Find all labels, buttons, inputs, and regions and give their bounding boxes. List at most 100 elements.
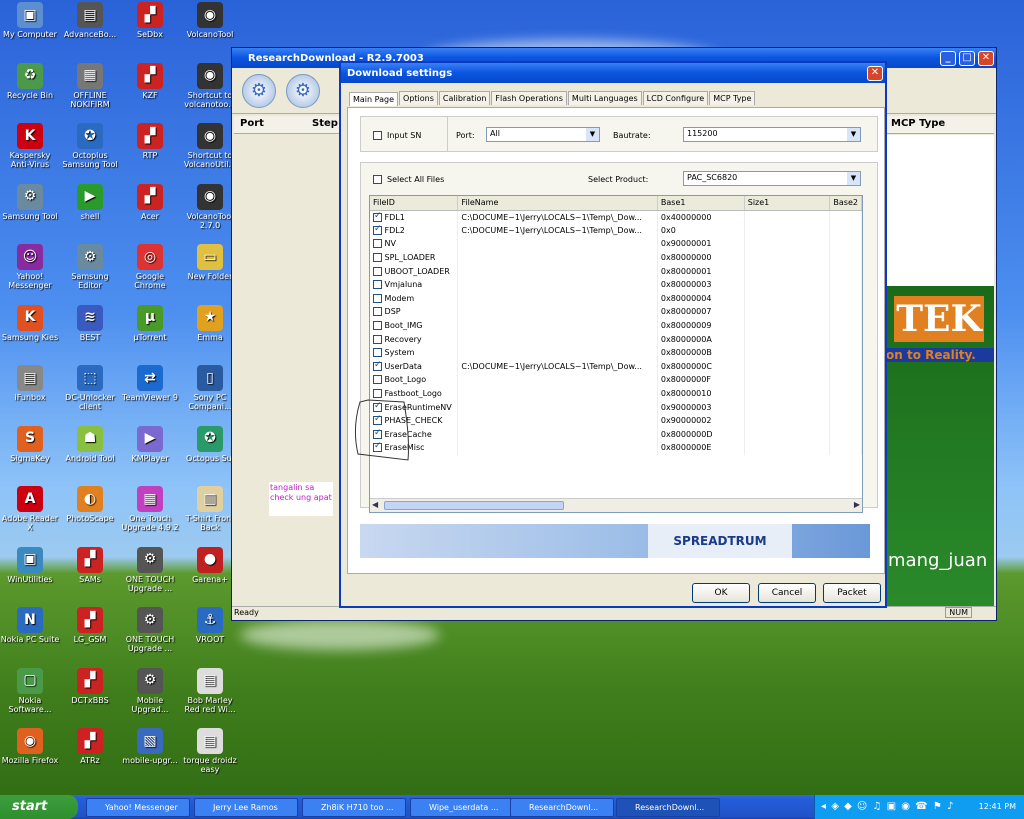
start-button[interactable]: start: [0, 795, 78, 819]
taskbar-item[interactable]: Jerry Lee Ramos: [194, 798, 298, 817]
desktop-icon[interactable]: ◉ Mozilla Firefox: [0, 728, 60, 765]
desktop-icon[interactable]: K Samsung Kies: [0, 304, 60, 342]
row-checkbox[interactable]: [373, 321, 382, 331]
desktop-icon[interactable]: ⚙ ONE TOUCH Upgrade ...: [120, 607, 180, 653]
tray-icons[interactable]: ◂ ◈ ◆ ☺ ♫ ▣ ◉ ☎ ⚑ ♪: [821, 801, 954, 812]
desktop-icon[interactable]: ▢ Nokia Software...: [0, 667, 60, 714]
desktop-icon[interactable]: ♻ Recycle Bin: [0, 62, 60, 100]
taskbar-item[interactable]: Zh8iK H710 too ...: [302, 798, 406, 817]
desktop-icon[interactable]: ▞ SAMs: [60, 546, 120, 584]
select-all-checkbox[interactable]: [373, 175, 382, 184]
row-checkbox[interactable]: [373, 389, 382, 399]
desktop-icon[interactable]: ◐ PhotoScape: [60, 486, 120, 523]
product-select[interactable]: PAC_SC6820 ▼: [683, 171, 861, 186]
row-checkbox[interactable]: [373, 253, 382, 263]
table-row[interactable]: NV 0x90000001: [370, 237, 862, 251]
gear-icon[interactable]: ⚙: [242, 74, 276, 108]
desktop-icon[interactable]: ⬚ DC-Unlocker client: [60, 365, 120, 411]
tab-multi-languages[interactable]: Multi Languages: [567, 91, 642, 105]
taskbar-item[interactable]: ResearchDownl...: [616, 798, 720, 817]
desktop-icon[interactable]: ⚙ Mobile Upgrad...: [120, 667, 180, 714]
table-row[interactable]: DSP 0x80000007: [370, 305, 862, 319]
col-header[interactable]: Base2: [829, 196, 862, 211]
col-header[interactable]: Size1: [744, 196, 831, 211]
tab-lcd-configure[interactable]: LCD Configure: [642, 91, 709, 105]
taskbar-item[interactable]: Yahoo! Messenger: [86, 798, 190, 817]
scroll-thumb[interactable]: [384, 501, 564, 510]
table-row[interactable]: UBOOT_LOADER 0x80000001: [370, 264, 862, 278]
table-row[interactable]: Modem 0x80000004: [370, 291, 862, 306]
desktop-icon[interactable]: ✪ Octoplus Samsung Tool: [60, 123, 120, 169]
col-port[interactable]: Port: [240, 118, 264, 129]
desktop-icon[interactable]: ▞ ATRz: [60, 728, 120, 765]
table-row[interactable]: Boot_Logo 0x8000000F: [370, 373, 862, 387]
scroll-right-icon[interactable]: ▶: [854, 500, 860, 509]
baud-select[interactable]: 115200 ▼: [683, 127, 861, 142]
table-row[interactable]: FDL1 C:\DOCUME~1\Jerry\LOCALS~1\Temp\_Dow…: [370, 210, 862, 224]
h-scrollbar[interactable]: ◀ ▶: [370, 498, 862, 512]
dialog-title-bar[interactable]: Download settings ✕: [341, 63, 885, 83]
taskbar-item[interactable]: ResearchDownl...: [510, 798, 614, 817]
maximize-icon[interactable]: □: [959, 51, 975, 66]
desktop-icon[interactable]: µ µTorrent: [120, 304, 180, 342]
desktop-icon[interactable]: ⇄ TeamViewer 9: [120, 365, 180, 402]
desktop-icon[interactable]: ▶ shell: [60, 183, 120, 221]
desktop-icon[interactable]: ▞ RTP: [120, 123, 180, 160]
scroll-left-icon[interactable]: ◀: [372, 500, 378, 509]
table-row[interactable]: FDL2 C:\DOCUME~1\Jerry\LOCALS~1\Temp\_Dow…: [370, 223, 862, 238]
desktop-icon[interactable]: S SigmaKey: [0, 425, 60, 463]
input-sn-checkbox[interactable]: [373, 131, 382, 140]
table-row[interactable]: EraseMisc0x8000000E: [370, 441, 862, 455]
table-row[interactable]: EraseCache0x8000000D: [370, 427, 862, 442]
tab-mcp-type[interactable]: MCP Type: [709, 91, 756, 105]
ok-button[interactable]: OK: [692, 583, 750, 603]
tab-options[interactable]: Options: [399, 91, 438, 105]
desktop-icon[interactable]: ◉ VolcanoTool: [180, 2, 240, 39]
desktop-icon[interactable]: ▞ KZF: [120, 62, 180, 100]
desktop-icon[interactable]: ⚙ Samsung Tool: [0, 183, 60, 221]
row-checkbox[interactable]: [373, 360, 382, 371]
settings-gear-icon[interactable]: ⚙: [286, 74, 320, 108]
table-row[interactable]: Fastboot_Logo 0x80000010: [370, 386, 862, 401]
table-row[interactable]: System 0x8000000B: [370, 345, 862, 360]
table-row[interactable]: UserData C:\DOCUME~1\Jerry\LOCALS~1\Temp\…: [370, 359, 862, 374]
col-header[interactable]: FileID: [370, 196, 459, 211]
desktop-icon[interactable]: ≋ BEST: [60, 304, 120, 342]
desktop-icon[interactable]: ▞ LG_GSM: [60, 607, 120, 644]
row-checkbox[interactable]: [373, 307, 382, 317]
tab-main-page[interactable]: Main Page: [349, 92, 399, 106]
tab-calibration[interactable]: Calibration: [438, 91, 491, 105]
row-checkbox[interactable]: [373, 334, 382, 344]
row-checkbox[interactable]: [373, 266, 382, 276]
close-icon[interactable]: ✕: [978, 51, 994, 66]
desktop-icon[interactable]: ▤ Bob Marley Red red Wi...: [180, 667, 240, 714]
desktop-icon[interactable]: ⚙ Samsung Editor: [60, 244, 120, 290]
desktop-icon[interactable]: ◎ Google Chrome: [120, 244, 180, 290]
row-checkbox[interactable]: [373, 239, 382, 249]
desktop-icon[interactable]: ▤ iFunbox: [0, 365, 60, 402]
desktop-icon[interactable]: ▧ mobile-upgr...: [120, 728, 180, 765]
desktop-icon[interactable]: A Adobe Reader X: [0, 486, 60, 532]
tab-flash-operations[interactable]: Flash Operations: [491, 91, 567, 105]
row-checkbox[interactable]: [373, 224, 382, 235]
desktop-icon[interactable]: ▣ WinUtilities: [0, 546, 60, 584]
col-mcp[interactable]: MCP Type: [891, 118, 945, 129]
taskbar-item[interactable]: Wipe_userdata ...: [410, 798, 514, 817]
cancel-button[interactable]: Cancel: [758, 583, 816, 603]
desktop-icon[interactable]: ▞ SeDbx: [120, 2, 180, 39]
port-select[interactable]: All ▼: [486, 127, 600, 142]
desktop-icon[interactable]: ▦ One Touch Upgrade 4.9.2: [120, 486, 180, 532]
desktop-icon[interactable]: ▤ AdvanceBo...: [60, 2, 120, 39]
desktop-icon[interactable]: ▶ KMPlayer: [120, 425, 180, 463]
desktop-icon[interactable]: ▞ Acer: [120, 183, 180, 221]
desktop-icon[interactable]: ▤ torque droidz easy: [180, 728, 240, 774]
minimize-icon[interactable]: _: [940, 51, 956, 66]
table-row[interactable]: Boot_IMG 0x80000009: [370, 318, 862, 333]
table-row[interactable]: SPL_LOADER 0x80000000: [370, 250, 862, 265]
col-header[interactable]: Base1: [657, 196, 745, 211]
desktop-icon[interactable]: ▞ DCTxBBS: [60, 667, 120, 705]
row-checkbox[interactable]: [373, 280, 382, 290]
row-checkbox[interactable]: [373, 211, 382, 222]
table-row[interactable]: Recovery 0x8000000A: [370, 332, 862, 346]
row-checkbox[interactable]: [373, 348, 382, 358]
